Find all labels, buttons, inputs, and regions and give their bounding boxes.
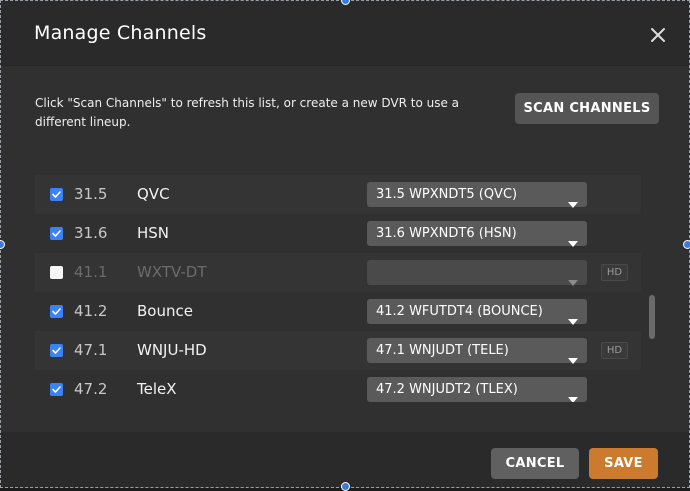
channel-name: TeleX bbox=[137, 380, 177, 398]
channel-lineup-value: 47.1 WNJUDT (TELE) bbox=[376, 343, 509, 358]
channel-row: 41.2 Bounce 41.2 WFUTDT4 (BOUNCE) bbox=[35, 292, 641, 332]
cancel-button[interactable]: CANCEL bbox=[491, 448, 579, 479]
channel-row: 31.5 QVC 31.5 WPXNDT5 (QVC) bbox=[35, 175, 641, 215]
channel-lineup-select[interactable]: 47.2 WNJUDT2 (TLEX) bbox=[367, 377, 587, 402]
checkmark-icon bbox=[52, 347, 61, 354]
scan-channels-button[interactable]: SCAN CHANNELS bbox=[515, 93, 659, 124]
channel-lineup-select[interactable]: 31.5 WPXNDT5 (QVC) bbox=[367, 182, 587, 208]
channel-checkbox[interactable] bbox=[50, 383, 63, 396]
dialog-title: Manage Channels bbox=[34, 22, 207, 44]
close-icon[interactable] bbox=[648, 25, 668, 45]
checkmark-icon bbox=[52, 308, 61, 315]
hd-badge: HD bbox=[601, 264, 628, 281]
checkmark-icon bbox=[52, 191, 61, 198]
channel-name: QVC bbox=[137, 185, 170, 203]
channel-list: 31.5 QVC 31.5 WPXNDT5 (QVC) 31.6 HSN 31.6 WPX… bbox=[35, 175, 641, 402]
channel-lineup-value: 41.2 WFUTDT4 (BOUNCE) bbox=[376, 304, 543, 319]
channel-lineup-select[interactable]: 31.6 WPXNDT6 (HSN) bbox=[367, 221, 587, 247]
channel-name: WXTV-DT bbox=[137, 263, 207, 281]
hd-badge: HD bbox=[601, 342, 628, 359]
channel-row: 41.1 WXTV-DT HD bbox=[35, 253, 641, 293]
channel-number: 47.1 bbox=[74, 341, 108, 359]
manage-channels-dialog: Manage Channels Click "Scan Channels" to… bbox=[0, 0, 690, 488]
channel-lineup-value: 47.2 WNJUDT2 (TLEX) bbox=[376, 382, 518, 397]
channel-lineup-select[interactable]: 47.1 WNJUDT (TELE) bbox=[367, 338, 587, 364]
channel-row: 47.1 WNJU-HD 47.1 WNJUDT (TELE) HD bbox=[35, 331, 641, 371]
channel-checkbox[interactable] bbox=[50, 188, 63, 201]
dialog-footer: CANCEL SAVE bbox=[1, 433, 689, 487]
channel-checkbox[interactable] bbox=[50, 227, 63, 240]
checkmark-icon bbox=[52, 386, 61, 393]
channel-row: 47.2 TeleX 47.2 WNJUDT2 (TLEX) bbox=[35, 370, 641, 402]
info-text: Click "Scan Channels" to refresh this li… bbox=[35, 96, 460, 129]
channel-lineup-value: 31.5 WPXNDT5 (QVC) bbox=[376, 187, 518, 202]
channel-number: 41.2 bbox=[74, 302, 108, 320]
save-button[interactable]: SAVE bbox=[589, 448, 658, 479]
channel-checkbox[interactable] bbox=[50, 305, 63, 318]
channel-name: HSN bbox=[137, 224, 170, 242]
checkmark-icon bbox=[52, 230, 61, 237]
channel-lineup-select bbox=[367, 260, 587, 286]
scrollbar[interactable] bbox=[649, 295, 655, 339]
channel-lineup-value: 31.6 WPXNDT6 (HSN) bbox=[376, 226, 517, 241]
dialog-header: Manage Channels bbox=[1, 1, 689, 66]
channel-checkbox[interactable] bbox=[50, 344, 63, 357]
resize-handle-bottom[interactable] bbox=[341, 482, 350, 491]
dialog-content: Click "Scan Channels" to refresh this li… bbox=[1, 66, 689, 432]
channel-name: WNJU-HD bbox=[137, 341, 207, 359]
channel-row: 31.6 HSN 31.6 WPXNDT6 (HSN) bbox=[35, 214, 641, 254]
channel-number: 31.5 bbox=[74, 185, 108, 203]
channel-number: 41.1 bbox=[74, 263, 108, 281]
channel-name: Bounce bbox=[137, 302, 193, 320]
caret-down-icon bbox=[568, 387, 578, 402]
channel-lineup-select[interactable]: 41.2 WFUTDT4 (BOUNCE) bbox=[367, 299, 587, 325]
channel-number: 47.2 bbox=[74, 380, 108, 398]
channel-checkbox[interactable] bbox=[50, 266, 63, 279]
channel-number: 31.6 bbox=[74, 224, 108, 242]
resize-handle-right[interactable] bbox=[683, 240, 690, 249]
